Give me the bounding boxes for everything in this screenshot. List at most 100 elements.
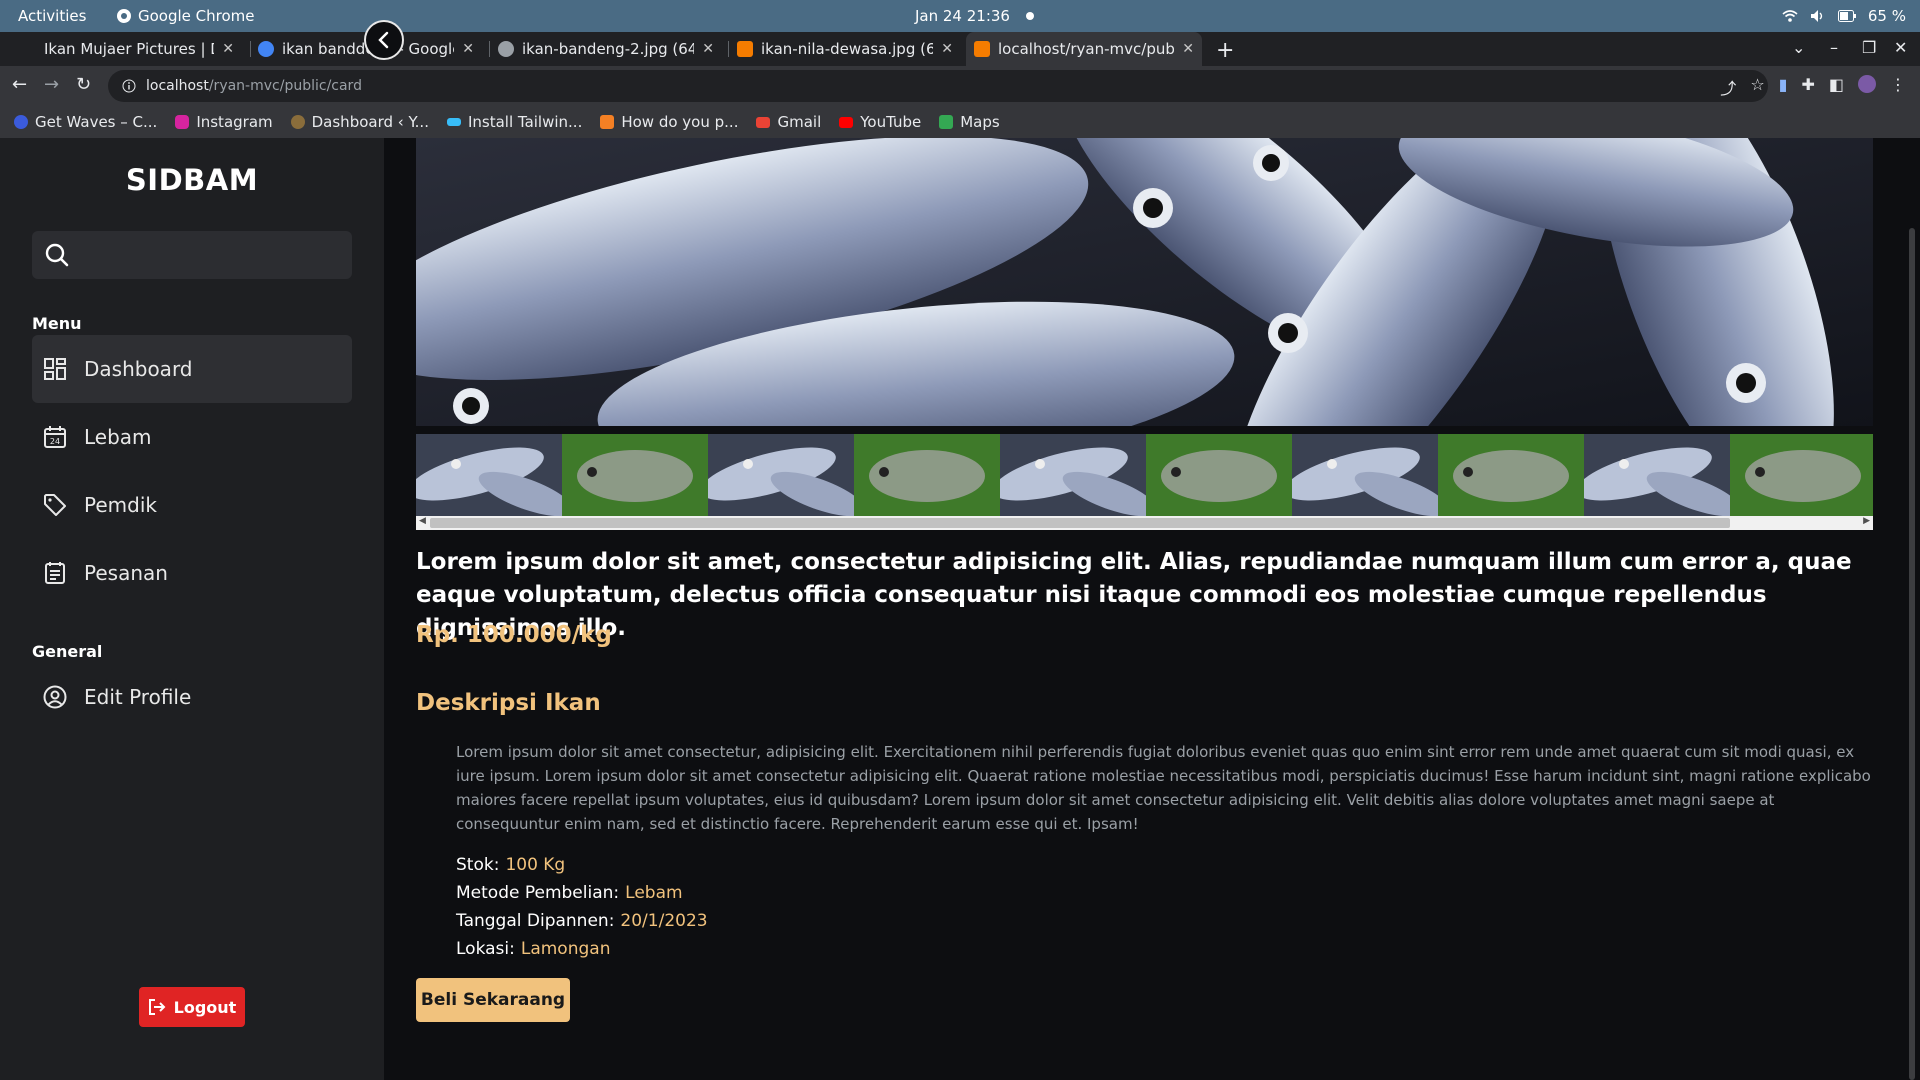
youtube-icon	[839, 116, 854, 128]
bookmarks-bar: Get Waves – C... Instagram Dashboard ‹ Y…	[0, 106, 1920, 138]
system-tray[interactable]: 65 %	[1782, 7, 1906, 25]
description-heading: Deskripsi Ikan	[416, 690, 601, 716]
blogger-favicon-icon	[737, 41, 753, 57]
sidebar-item-label: Lebam	[84, 425, 152, 449]
forward-icon[interactable]: →	[44, 74, 59, 95]
tab-3[interactable]: ikan-bandeng-2.jpg (640 ✕	[490, 32, 722, 66]
address-bar[interactable]: localhost/ryan-mvc/public/card	[108, 70, 1768, 102]
bookmark-label: Maps	[960, 113, 1000, 131]
tailwind-icon	[446, 118, 461, 126]
minimize-icon[interactable]: –	[1830, 38, 1838, 57]
user-circle-icon	[42, 684, 68, 710]
dashboard-grid-icon	[42, 356, 68, 382]
more-menu-icon[interactable]: ⋮	[1890, 75, 1906, 99]
main-fish-image	[416, 138, 1873, 426]
thumbnail-nila[interactable]	[1438, 434, 1584, 516]
thumbnail-bandeng[interactable]	[416, 434, 562, 516]
extension-doc-icon[interactable]: ▮	[1779, 75, 1788, 99]
brand-logo[interactable]: SIDBAM	[0, 163, 384, 197]
spec-harvest-date: Tanggal Dipannen: 20/1/2023	[456, 911, 708, 931]
profile-avatar-icon[interactable]	[1858, 75, 1876, 93]
logout-label: Logout	[173, 997, 237, 1017]
close-tab-icon[interactable]: ✕	[1182, 41, 1194, 57]
stackoverflow-icon	[600, 115, 615, 129]
bookmark-gmail[interactable]: Gmail	[756, 113, 821, 131]
google-favicon-icon	[258, 41, 274, 57]
spec-label: Tanggal Dipannen:	[456, 911, 615, 931]
maps-icon	[939, 115, 954, 129]
reload-icon[interactable]: ↻	[76, 74, 91, 95]
sidebar-item-label: Pemdik	[84, 493, 157, 517]
tab-4[interactable]: ikan-nila-dewasa.jpg (640 ✕	[729, 32, 961, 66]
bookmark-star-icon[interactable]: ☆	[1750, 75, 1764, 99]
collapse-sidebar-button[interactable]	[364, 20, 404, 60]
bookmark-maps[interactable]: Maps	[939, 113, 1000, 131]
tab-strip: Ikan Mujaer Pictures | Dow ✕ ikan bandde…	[0, 32, 1920, 66]
bookmark-dashboard[interactable]: Dashboard ‹ Y...	[290, 113, 429, 131]
clock[interactable]: Jan 24 21:36	[915, 7, 1010, 25]
bookmark-tailwind[interactable]: Install Tailwin...	[446, 113, 582, 131]
app-menu[interactable]: Google Chrome	[116, 7, 255, 25]
sidebar-item-pemdik[interactable]: Pemdik	[32, 471, 352, 539]
thumbnail-bandeng[interactable]	[1000, 434, 1146, 516]
thumbnail-nila[interactable]	[1146, 434, 1292, 516]
bookmark-stackoverflow[interactable]: How do you p...	[600, 113, 738, 131]
bookmark-get-waves[interactable]: Get Waves – C...	[14, 113, 157, 131]
page-scrollbar-thumb[interactable]	[1909, 228, 1915, 1080]
share-icon[interactable]: ⤴	[1720, 75, 1736, 99]
thumbnail-bandeng[interactable]	[1584, 434, 1730, 516]
sidebar-item-label: Edit Profile	[84, 685, 192, 709]
battery-icon	[1837, 10, 1856, 22]
logout-icon	[148, 999, 166, 1015]
close-tab-icon[interactable]: ✕	[702, 41, 714, 57]
tab-title: Ikan Mujaer Pictures | Dow	[44, 40, 214, 58]
spec-stock: Stok: 100 Kg	[456, 855, 565, 875]
close-window-icon[interactable]: ✕	[1894, 38, 1907, 57]
tab-search-icon[interactable]: ⌄	[1792, 38, 1805, 57]
scroll-left-arrow-icon[interactable]: ◀	[419, 516, 426, 526]
sidebar-item-label: Dashboard	[84, 357, 193, 381]
thumbnail-nila[interactable]	[1730, 434, 1873, 516]
bookmark-youtube[interactable]: YouTube	[839, 113, 921, 131]
sidebar-item-dashboard[interactable]: Dashboard	[32, 335, 352, 403]
tab-5-active[interactable]: localhost/ryan-mvc/public ✕	[966, 32, 1202, 66]
buy-now-button[interactable]: Beli Sekaraang	[416, 978, 570, 1022]
maximize-icon[interactable]: ❐	[1862, 38, 1876, 57]
thumbnail-nila[interactable]	[562, 434, 708, 516]
close-tab-icon[interactable]: ✕	[222, 41, 234, 57]
side-panel-icon[interactable]: ◧	[1829, 75, 1844, 99]
new-tab-button[interactable]: +	[1216, 38, 1234, 63]
scrollbar-thumb[interactable]	[430, 518, 1730, 528]
bookmark-label: Dashboard ‹ Y...	[311, 113, 429, 131]
navigation-bar: ← → ↻ localhost/ryan-mvc/public/card ⤴ ☆…	[0, 66, 1920, 106]
spec-value: 20/1/2023	[620, 911, 708, 931]
close-tab-icon[interactable]: ✕	[462, 41, 474, 57]
thumbnail-scrollbar[interactable]: ◀ ▶	[416, 516, 1873, 530]
product-price: Rp. 100.000/kg	[416, 622, 612, 648]
battery-level: 65 %	[1867, 7, 1906, 25]
sidebar-item-lebam[interactable]: 24 Lebam	[32, 403, 352, 471]
activities-button[interactable]: Activities	[18, 7, 86, 25]
extensions-puzzle-icon[interactable]: ✚	[1801, 75, 1814, 99]
thumbnail-bandeng[interactable]	[708, 434, 854, 516]
page-scrollbar[interactable]	[1904, 138, 1920, 1080]
tab-1[interactable]: Ikan Mujaer Pictures | Dow ✕	[36, 32, 242, 66]
logout-button[interactable]: Logout	[139, 987, 245, 1027]
blogger-favicon-icon	[974, 41, 990, 57]
tag-icon	[42, 492, 68, 518]
search-icon	[45, 243, 69, 267]
scroll-right-arrow-icon[interactable]: ▶	[1863, 516, 1870, 526]
menu-section-label: Menu	[32, 314, 82, 333]
close-tab-icon[interactable]: ✕	[941, 41, 953, 57]
thumbnail-bandeng[interactable]	[1292, 434, 1438, 516]
thumbnail-nila[interactable]	[854, 434, 1000, 516]
back-icon[interactable]: ←	[12, 74, 27, 95]
chrome-icon	[117, 9, 131, 23]
calendar-icon: 24	[42, 424, 68, 450]
bookmark-instagram[interactable]: Instagram	[175, 113, 273, 131]
search-input[interactable]	[32, 231, 352, 279]
thumbnail-strip[interactable]	[416, 434, 1873, 516]
bookmark-label: YouTube	[860, 113, 922, 131]
sidebar-item-pesanan[interactable]: Pesanan	[32, 539, 352, 607]
sidebar-item-edit-profile[interactable]: Edit Profile	[32, 663, 352, 731]
